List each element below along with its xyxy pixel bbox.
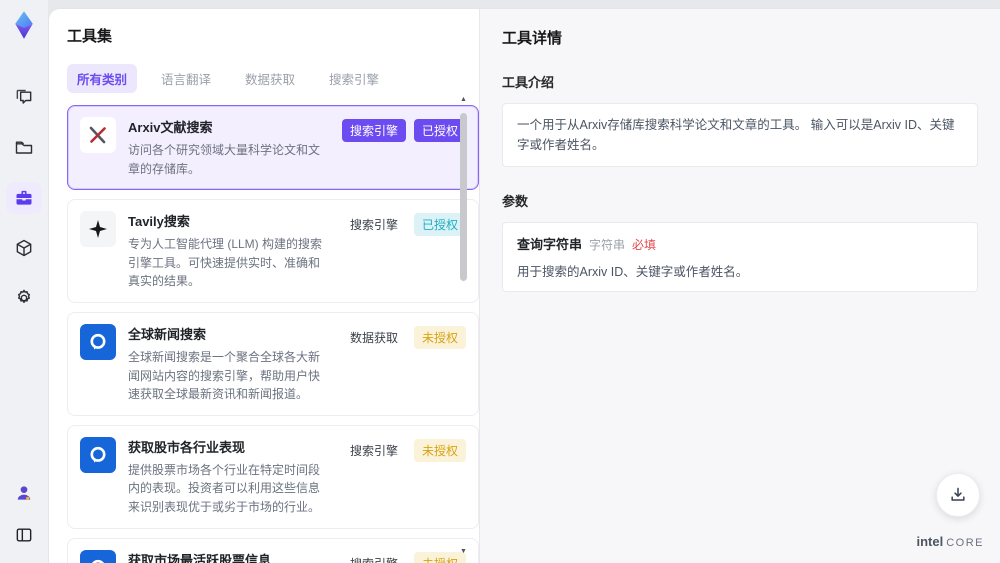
tool-name: 获取股市各行业表现: [128, 439, 246, 455]
sidebar-item-files[interactable]: [6, 132, 42, 164]
sidebar-item-chat[interactable]: [6, 82, 42, 114]
sidebar-item-tools[interactable]: [6, 182, 42, 214]
category-badge: 数据获取: [349, 330, 398, 345]
param-header: 查询字符串 字符串 必填: [517, 234, 963, 253]
brand-intel-text: intel: [916, 534, 944, 549]
sidebar-bottom: [6, 477, 42, 551]
active-stock-app-icon: [80, 549, 116, 563]
category-badge: 搜索引擎: [342, 552, 406, 563]
panel-toggle-icon: [16, 528, 32, 542]
category-badge: 搜索引擎: [341, 119, 406, 142]
tavily-star-icon: [80, 211, 116, 248]
page-title: 工具集: [67, 28, 113, 45]
tool-description: 专为人工智能代理 (LLM) 构建的搜索引擎工具。可快速提供实时、准确和真实的结…: [128, 237, 323, 289]
brand-core-text: CORE: [946, 537, 984, 549]
params-heading: 参数: [502, 194, 529, 209]
gear-icon: [17, 289, 31, 304]
sidebar-item-settings[interactable]: [6, 282, 42, 314]
app-logo-icon[interactable]: [7, 8, 41, 42]
tool-description: 访问各个研究领域大量科学论文和文章的存储库。: [128, 143, 321, 176]
tool-tags: 搜索引擎 已授权: [341, 117, 466, 178]
tool-name: 获取市场最活跃股票信息: [128, 552, 272, 563]
toolbox-icon: [16, 190, 32, 205]
param-box: 查询字符串 字符串 必填 用于搜索的Arxiv ID、关键字或作者姓名。: [502, 222, 978, 292]
sidebar-nav: [6, 82, 42, 314]
main-panel: 工具集 所有类别 语言翻译 数据获取 搜索引擎 Arxiv文献搜索 访问各个研究领域大…: [48, 8, 1000, 563]
category-tab[interactable]: 语言翻译: [151, 64, 221, 93]
tool-card[interactable]: 获取市场最活跃股票信息 提供当天交易量最高的股票列表，投资者可以利用这些信息来识…: [67, 537, 479, 563]
tool-list-panel: 工具集 所有类别 语言翻译 数据获取 搜索引擎 Arxiv文献搜索 访问各个研究领域大…: [49, 9, 479, 563]
category-tab[interactable]: 搜索引擎: [319, 64, 389, 93]
tool-name: Arxiv文献搜索: [128, 120, 213, 135]
tool-description: 提供股票市场各个行业在特定时间段内的表现。投资者可以利用这些信息来识别表现优于或…: [128, 462, 321, 514]
intel-core-logo: intel CORE: [916, 534, 984, 549]
arxiv-x-icon: [80, 117, 116, 153]
folder-icon: [15, 141, 33, 154]
detail-title: 工具详情: [502, 30, 563, 47]
tool-card[interactable]: 全球新闻搜索 全球新闻搜索是一个聚合全球各大新闻网站内容的搜索引擎，帮助用户快速…: [67, 311, 479, 416]
tool-card-body: 全球新闻搜索 全球新闻搜索是一个聚合全球各大新闻网站内容的搜索引擎，帮助用户快速…: [128, 324, 330, 404]
tool-card[interactable]: Tavily搜索 专为人工智能代理 (LLM) 构建的搜索引擎工具。可快速提供实…: [67, 199, 479, 303]
category-tab[interactable]: 所有类别: [67, 64, 138, 93]
scrollbar-thumb[interactable]: [460, 113, 467, 281]
chat-icon: [16, 89, 32, 104]
tool-description: 全球新闻搜索是一个聚合全球各大新闻网站内容的搜索引擎，帮助用户快速获取全球最新资…: [128, 349, 321, 402]
collapse-sidebar-button[interactable]: [6, 519, 42, 551]
intro-box: 一个用于从Arxiv存储库搜索科学论文和文章的工具。 输入可以是Arxiv ID…: [502, 103, 978, 167]
user-icon: [17, 486, 31, 501]
scroll-up-arrow[interactable]: ▲: [459, 95, 468, 105]
param-required-badge: 必填: [632, 238, 657, 252]
tool-tags: 搜索引擎 已授权: [342, 211, 466, 291]
tool-detail-panel: 工具详情 工具介绍 一个用于从Arxiv存储库搜索科学论文和文章的工具。 输入可…: [479, 9, 1000, 563]
tool-cards-list: Arxiv文献搜索 访问各个研究领域大量科学论文和文章的存储库。 搜索引擎 已授…: [67, 105, 479, 563]
param-desc: 用于搜索的Arxiv ID、关键字或作者姓名。: [517, 265, 749, 279]
left-sidebar: [0, 0, 48, 563]
tool-card[interactable]: Arxiv文献搜索 访问各个研究领域大量科学论文和文章的存储库。 搜索引擎 已授…: [67, 105, 479, 191]
tool-tags: 搜索引擎 未授权: [342, 550, 466, 563]
tool-card-body: 获取市场最活跃股票信息 提供当天交易量最高的股票列表，投资者可以利用这些信息来识…: [128, 550, 330, 563]
user-profile-button[interactable]: [6, 477, 42, 509]
tool-name: Tavily搜索: [128, 214, 190, 230]
category-badge: 搜索引擎: [349, 218, 398, 233]
intro-heading: 工具介绍: [502, 75, 555, 90]
scrollbar-track[interactable]: [460, 107, 467, 545]
tool-card-body: Tavily搜索 专为人工智能代理 (LLM) 构建的搜索引擎工具。可快速提供实…: [128, 211, 330, 291]
stock-app-icon: [80, 436, 116, 473]
param-type: 字符串: [589, 238, 626, 252]
category-tab[interactable]: 数据获取: [235, 64, 305, 93]
app-window: 工具集 所有类别 语言翻译 数据获取 搜索引擎 Arxiv文献搜索 访问各个研究领域大…: [0, 0, 1000, 563]
download-icon: [951, 487, 965, 501]
category-badge: 搜索引擎: [349, 443, 398, 458]
list-scrollbar[interactable]: ▲ ▼: [459, 95, 468, 557]
sidebar-item-models[interactable]: [6, 232, 42, 264]
param-name: 查询字符串: [517, 237, 583, 252]
intro-text: 一个用于从Arxiv存储库搜索科学论文和文章的工具。 输入可以是Arxiv ID…: [517, 118, 955, 152]
news-app-icon: [80, 323, 116, 360]
tool-card[interactable]: 获取股市各行业表现 提供股票市场各个行业在特定时间段内的表现。投资者可以利用这些…: [67, 424, 479, 529]
tool-card-body: 获取股市各行业表现 提供股票市场各个行业在特定时间段内的表现。投资者可以利用这些…: [128, 437, 330, 517]
tool-name: 全球新闻搜索: [128, 326, 207, 342]
download-button[interactable]: [936, 473, 980, 517]
tool-card-body: Arxiv文献搜索 访问各个研究领域大量科学论文和文章的存储库。: [128, 117, 330, 178]
category-tabs: 所有类别 语言翻译 数据获取 搜索引擎: [67, 64, 479, 93]
tool-tags: 搜索引擎 未授权: [342, 437, 466, 517]
scroll-down-arrow[interactable]: ▼: [459, 547, 468, 557]
cube-icon: [16, 239, 32, 257]
tool-tags: 数据获取 未授权: [342, 324, 466, 404]
